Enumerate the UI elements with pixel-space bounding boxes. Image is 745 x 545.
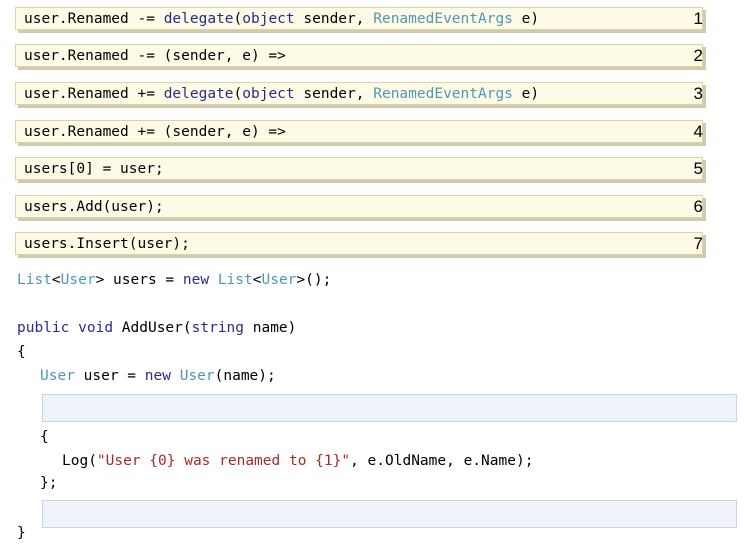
code-line-close-brace: } <box>17 525 26 541</box>
answer-option-4[interactable]: user.Renamed += (sender, e) => 4 <box>15 120 703 143</box>
drop-target-2[interactable] <box>42 500 737 528</box>
option-code: users.Insert(user); <box>24 236 190 252</box>
answer-option-1[interactable]: user.Renamed -= delegate(object sender, … <box>15 7 703 30</box>
option-code: user.Renamed -= delegate(object sender, … <box>24 11 540 27</box>
option-code: user.Renamed += (sender, e) => <box>24 124 286 140</box>
option-code: user.Renamed += delegate(object sender, … <box>24 86 540 102</box>
answer-option-6[interactable]: users.Add(user); 6 <box>15 195 703 218</box>
option-number: 1 <box>693 9 703 28</box>
code-line-users-declaration: List<User> users = new List<User>(); <box>17 272 332 288</box>
option-number: 5 <box>693 159 703 178</box>
option-code: user.Renamed -= (sender, e) => <box>24 48 286 64</box>
option-number: 2 <box>693 46 703 65</box>
option-code: users[0] = user; <box>24 161 164 177</box>
option-code: users.Add(user); <box>24 199 164 215</box>
option-number: 3 <box>693 84 703 103</box>
answer-option-3[interactable]: user.Renamed += delegate(object sender, … <box>15 82 703 105</box>
code-line-handler-close: }; <box>40 475 58 491</box>
answer-option-5[interactable]: users[0] = user; 5 <box>15 157 703 180</box>
code-line-handler-open-brace: { <box>40 429 49 445</box>
code-line-open-brace: { <box>17 344 26 360</box>
code-line-method-signature: public void AddUser(string name) <box>17 320 297 336</box>
code-line-user-creation: User user = new User(name); <box>40 368 276 384</box>
option-number: 6 <box>693 197 703 216</box>
answer-option-2[interactable]: user.Renamed -= (sender, e) => 2 <box>15 44 703 67</box>
drop-target-1[interactable] <box>42 394 737 422</box>
code-line-log-call: Log("User {0} was renamed to {1}", e.Old… <box>62 453 534 469</box>
option-number: 4 <box>693 122 703 141</box>
option-number: 7 <box>693 234 703 253</box>
answer-option-7[interactable]: users.Insert(user); 7 <box>15 232 703 255</box>
